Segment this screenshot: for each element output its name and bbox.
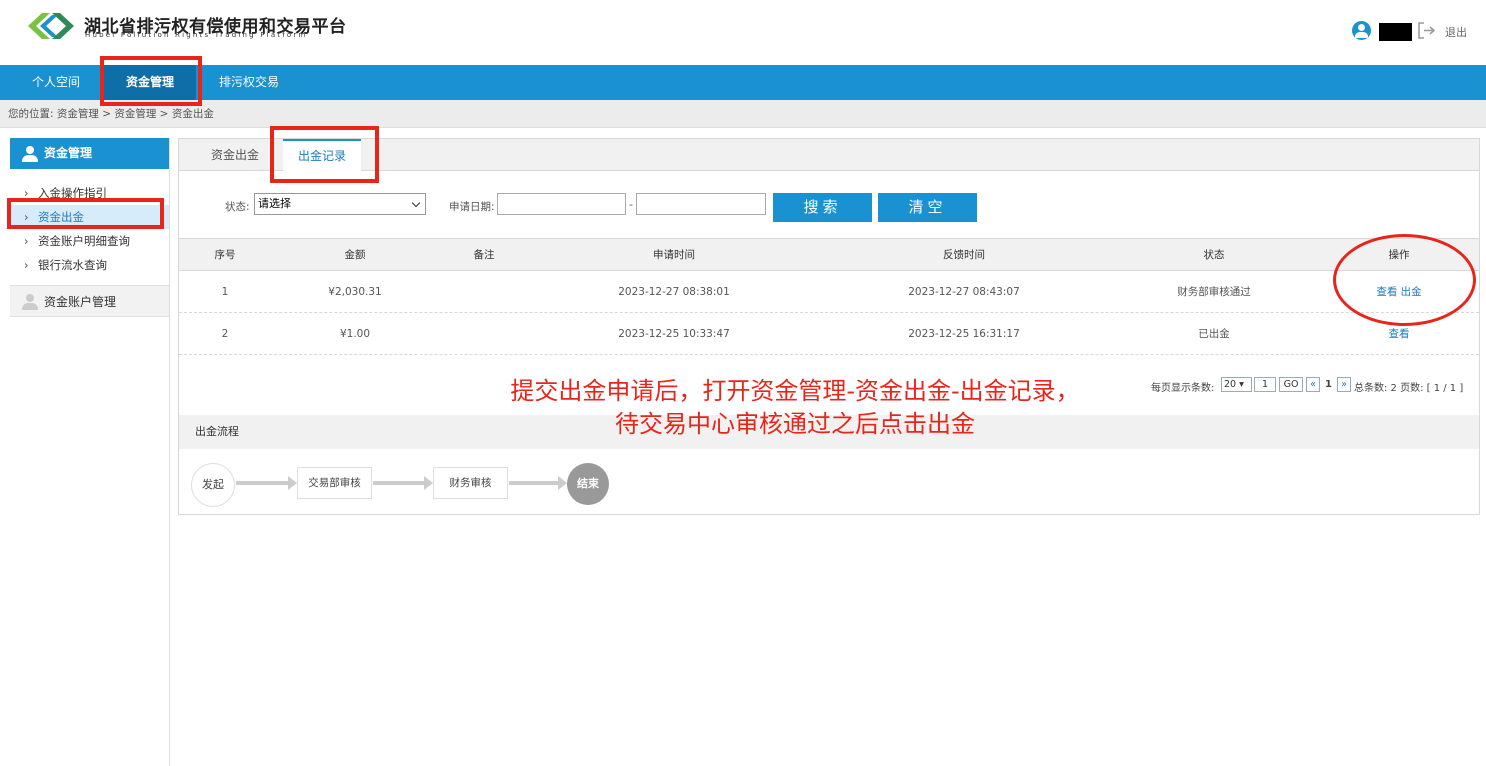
search-button[interactable]: 搜索: [773, 193, 872, 222]
status-label: 状态:: [225, 201, 250, 213]
col-header: 状态: [1203, 249, 1225, 261]
table-header: 序号 金额 备注 申请时间 反馈时间 状态 操作: [179, 238, 1479, 271]
chevron-right-icon: ›: [24, 258, 29, 272]
highlight-nav-fund-management: [100, 56, 202, 106]
cell-amount: ¥2,030.31: [328, 286, 382, 298]
cell-amount: ¥1.00: [339, 328, 371, 340]
platform-subtitle: Hubei Pollution Rights Trading Platform: [85, 31, 308, 39]
sidebar: 资金管理 › 入金操作指引 › 资金出金 › 资金账户明细查询 › 银行流水查询 资金账…: [10, 138, 170, 766]
logout-link[interactable]: 退出: [1445, 24, 1467, 40]
next-page-button[interactable]: »: [1337, 377, 1351, 392]
date-end-input[interactable]: [636, 193, 766, 215]
highlight-actions-circle: [1333, 234, 1476, 326]
sidebar-header-label: 资金管理: [44, 146, 93, 160]
person-icon: [22, 294, 38, 310]
flow-step-end: 结束: [567, 463, 609, 505]
cell-feedback-time: 2023-12-27 08:43:07: [908, 286, 1020, 298]
cell-no: 2: [221, 328, 229, 340]
main-nav: 个人空间 资金管理 排污权交易: [0, 65, 1486, 100]
cell-feedback-time: 2023-12-25 16:31:17: [908, 328, 1020, 340]
cell-status: 财务部审核通过: [1177, 286, 1251, 298]
flow-step-finance-review: 财务审核: [433, 467, 508, 499]
col-header: 反馈时间: [943, 249, 985, 261]
cell-apply-time: 2023-12-25 10:33:47: [618, 328, 730, 340]
sidebar-item-bank-statement[interactable]: › 银行流水查询: [10, 253, 169, 277]
clear-button[interactable]: 清空: [878, 193, 977, 222]
date-label: 申请日期:: [449, 201, 495, 213]
annotation-line-2: 待交易中心审核通过之后点击出金: [615, 410, 975, 438]
flow-arrow: [509, 476, 567, 490]
logout-icon[interactable]: [1417, 22, 1437, 39]
col-header: 序号: [214, 249, 236, 261]
flow-arrow: [373, 476, 433, 490]
sidebar-group-account-management[interactable]: 资金账户管理: [10, 285, 169, 317]
current-page: 1: [1325, 379, 1332, 390]
date-separator: -: [629, 198, 633, 211]
breadcrumb: 您的位置: 资金管理 > 资金管理 > 资金出金: [0, 100, 1486, 128]
user-name-redacted: [1379, 23, 1412, 41]
chevron-right-icon: ›: [24, 234, 29, 248]
table-row: 2 ¥1.00 2023-12-25 10:33:47 2023-12-25 1…: [179, 313, 1479, 355]
main-panel: 资金出金 出金记录 状态: 请选择 申请日期: - 搜索 清空 序号 金额 备注…: [178, 138, 1480, 515]
col-header: 金额: [344, 249, 366, 261]
records-table: 序号 金额 备注 申请时间 反馈时间 状态 操作 1 ¥2,030.31 202…: [179, 238, 1479, 355]
cell-apply-time: 2023-12-27 08:38:01: [618, 286, 730, 298]
header: 湖北省排污权有偿使用和交易平台 Hubei Pollution Rights T…: [0, 0, 1486, 65]
sidebar-header[interactable]: 资金管理: [10, 138, 169, 169]
cell-no: 1: [221, 286, 229, 298]
go-button[interactable]: GO: [1279, 377, 1303, 392]
view-link[interactable]: 查看: [1389, 328, 1410, 340]
pager-summary: 总条数: 2 页数: [ 1 / 1 ]: [1354, 383, 1464, 394]
col-header: 申请时间: [653, 249, 695, 261]
date-start-input[interactable]: [497, 193, 626, 215]
table-row: 1 ¥2,030.31 2023-12-27 08:38:01 2023-12-…: [179, 271, 1479, 313]
annotation-line-1: 提交出金申请后，打开资金管理-资金出金-出金记录，: [510, 377, 1080, 405]
nav-personal-space[interactable]: 个人空间: [20, 65, 92, 100]
flow-step-trading-review: 交易部审核: [297, 467, 372, 499]
person-icon: [22, 146, 38, 162]
sidebar-item-label: 资金账户明细查询: [38, 234, 130, 248]
per-page-select[interactable]: 20 ▾: [1221, 377, 1252, 392]
status-select[interactable]: 请选择: [254, 193, 426, 215]
withdrawal-flow: 发起 交易部审核 财务审核 结束: [179, 459, 1479, 509]
sidebar-item-label: 银行流水查询: [38, 258, 107, 272]
flow-arrow: [236, 476, 297, 490]
highlight-tab-records: [270, 126, 379, 183]
platform-logo: [28, 13, 74, 39]
col-header: 备注: [473, 249, 495, 261]
pagination: 每页显示条数: 20 ▾ 1 GO « 1 » 总条数: 2 页数: [ 1 /…: [1151, 377, 1471, 394]
cell-status: 已出金: [1198, 328, 1230, 340]
filter-bar: 状态: 请选择 申请日期: - 搜索 清空: [179, 193, 1479, 223]
page-input[interactable]: 1: [1254, 377, 1276, 392]
per-page-label: 每页显示条数:: [1151, 383, 1215, 394]
prev-page-button[interactable]: «: [1306, 377, 1320, 392]
tab-withdrawal[interactable]: 资金出金: [195, 139, 275, 171]
sidebar-group-label: 资金账户管理: [44, 295, 117, 309]
flow-step-start: 发起: [191, 463, 235, 507]
user-avatar-icon[interactable]: [1352, 21, 1371, 40]
highlight-sidebar-withdrawal: [7, 198, 164, 229]
per-page-value: 20: [1224, 379, 1237, 390]
sidebar-item-account-details[interactable]: › 资金账户明细查询: [10, 229, 169, 253]
nav-emission-trading[interactable]: 排污权交易: [208, 65, 290, 100]
